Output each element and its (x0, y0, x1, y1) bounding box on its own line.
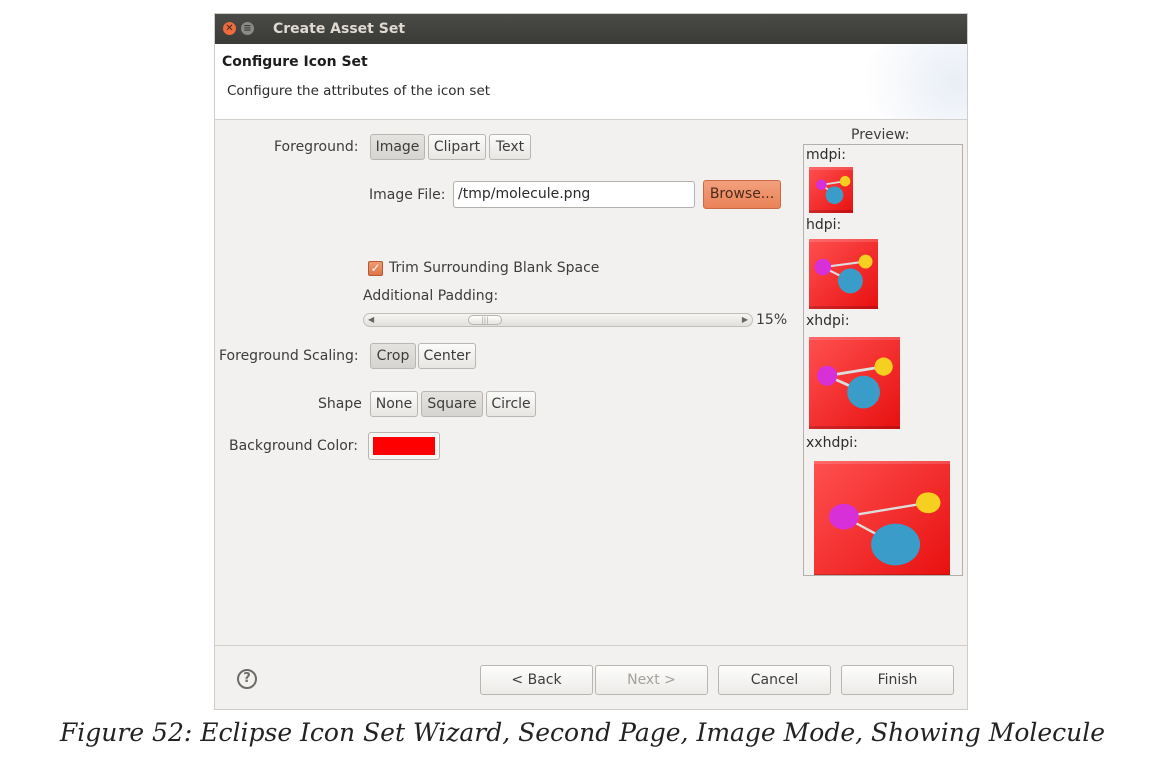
scaling-center-button[interactable]: Center (418, 343, 476, 369)
title-bar: ✕ ≡ Create Asset Set (215, 14, 967, 44)
image-file-input[interactable]: /tmp/molecule.png (453, 181, 695, 208)
preview-panel: mdpi: hdpi: xhdpi: xxhdpi: (803, 144, 963, 576)
shape-none-button[interactable]: None (370, 391, 418, 417)
padding-slider-thumb[interactable]: ||| (468, 315, 502, 325)
foreground-clipart-button[interactable]: Clipart (428, 134, 486, 160)
wizard-header: Configure Icon Set Configure the attribu… (215, 44, 967, 120)
checkmark-icon: ✓ (370, 261, 381, 275)
window-title: Create Asset Set (273, 21, 406, 37)
preview-xxhdpi-label: xxhdpi: (806, 435, 858, 451)
padding-label: Additional Padding: (363, 288, 499, 304)
close-icon[interactable]: ✕ (223, 22, 236, 35)
page-title: Configure Icon Set (222, 54, 368, 70)
next-button: Next > (595, 665, 708, 695)
preview-title: Preview: (851, 127, 910, 143)
preview-mdpi-label: mdpi: (806, 147, 847, 163)
molecule-preview-xhdpi (809, 337, 900, 429)
background-color-button[interactable] (368, 432, 440, 460)
foreground-text-button[interactable]: Text (489, 134, 531, 160)
window-menu-icon[interactable]: ≡ (241, 22, 254, 35)
background-color-swatch (373, 437, 435, 455)
image-file-label: Image File: (369, 187, 446, 203)
browse-button[interactable]: Browse... (703, 180, 781, 209)
help-icon[interactable]: ? (237, 669, 257, 689)
page-subtitle: Configure the attributes of the icon set (227, 83, 491, 99)
shape-square-button[interactable]: Square (421, 391, 483, 417)
figure-caption: Figure 52: Eclipse Icon Set Wizard, Seco… (59, 718, 1106, 747)
scaling-label: Foreground Scaling: (219, 348, 359, 364)
cancel-button[interactable]: Cancel (718, 665, 831, 695)
shape-label: Shape (318, 396, 362, 412)
create-asset-set-dialog: ✕ ≡ Create Asset Set Configure Icon Set … (214, 13, 968, 710)
molecule-preview-hdpi (809, 239, 878, 309)
trim-label: Trim Surrounding Blank Space (389, 260, 600, 276)
shape-circle-button[interactable]: Circle (486, 391, 536, 417)
footer-divider (215, 645, 967, 646)
slider-right-arrow-icon[interactable]: ▶ (742, 314, 748, 326)
preview-hdpi-label: hdpi: (806, 217, 842, 233)
back-button[interactable]: < Back (480, 665, 593, 695)
molecule-preview-xxhdpi (814, 461, 950, 575)
padding-slider[interactable]: ◀ ||| ▶ (363, 313, 753, 327)
foreground-image-button[interactable]: Image (370, 134, 425, 160)
finish-button[interactable]: Finish (841, 665, 954, 695)
preview-xhdpi-label: xhdpi: (806, 313, 850, 329)
trim-checkbox[interactable]: ✓ (368, 261, 383, 276)
slider-left-arrow-icon[interactable]: ◀ (368, 314, 374, 326)
header-decoration (847, 44, 967, 119)
foreground-label: Foreground: (274, 139, 359, 155)
padding-value: 15% (756, 312, 788, 328)
scaling-crop-button[interactable]: Crop (370, 343, 416, 369)
background-color-label: Background Color: (229, 438, 358, 454)
molecule-preview-mdpi (809, 167, 853, 213)
